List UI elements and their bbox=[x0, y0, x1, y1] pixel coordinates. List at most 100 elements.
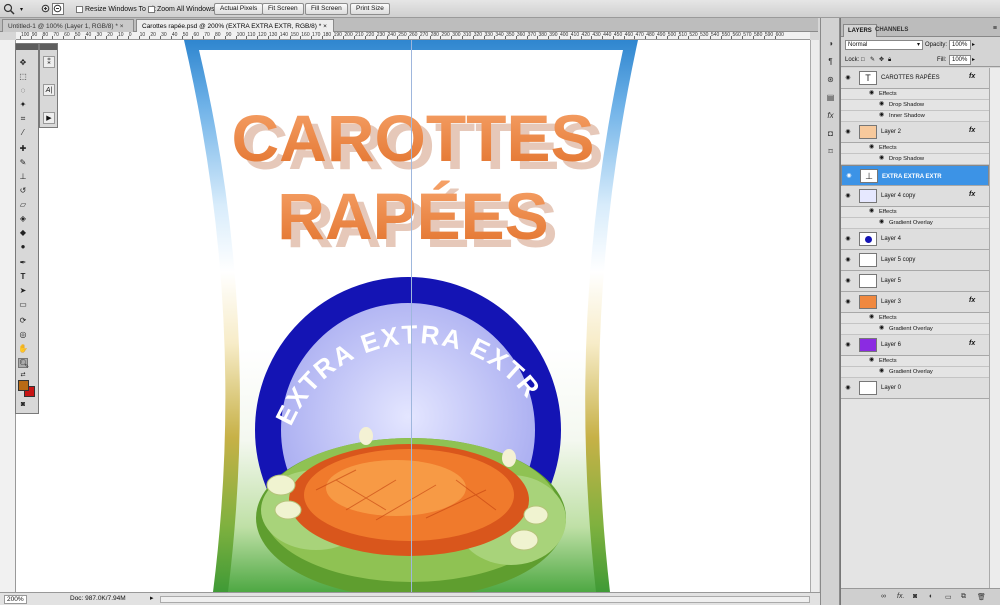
layer-row[interactable]: ◉ T CAROTTES RAPÉES fx bbox=[841, 68, 989, 89]
resize-windows-checkbox[interactable]: Resize Windows To Fit bbox=[76, 3, 156, 15]
marquee-tool-icon[interactable]: ⬚ bbox=[18, 72, 28, 82]
layer-effects-icon[interactable]: fx bbox=[969, 73, 975, 80]
lock-position-icon[interactable]: ✥ bbox=[879, 55, 884, 65]
visibility-eye-icon[interactable]: ◉ bbox=[844, 128, 852, 135]
lasso-tool-icon[interactable]: ◌ bbox=[18, 86, 28, 96]
effect-eye-icon[interactable]: ◉ bbox=[879, 101, 884, 107]
navigator-icon[interactable]: ◑ bbox=[825, 38, 836, 49]
effect-eye-icon[interactable]: ◉ bbox=[879, 112, 884, 118]
effects-eye-icon[interactable]: ◉ bbox=[869, 314, 874, 320]
clone-source-icon[interactable]: ⊛ bbox=[825, 74, 836, 85]
quick-mask-icon[interactable]: ◙ bbox=[18, 400, 28, 410]
effect-row[interactable]: ◉ Drop Shadow bbox=[841, 154, 989, 165]
tool-preset-dropdown-icon[interactable]: ▾ bbox=[20, 3, 23, 15]
layer-row[interactable]: ◉ Layer 6 fx bbox=[841, 335, 989, 356]
clone-stamp-tool-icon[interactable]: ⊥ bbox=[18, 172, 28, 182]
layer-row[interactable]: ◉ Layer 2 fx bbox=[841, 122, 989, 143]
zoom-all-windows-checkbox[interactable]: Zoom All Windows bbox=[148, 3, 215, 15]
effect-row[interactable]: ◉ Gradient Overlay bbox=[841, 324, 989, 335]
effects-group-row[interactable]: ◉ Effects bbox=[841, 313, 989, 324]
actions-panel-icon[interactable]: ▶ bbox=[43, 112, 55, 124]
blend-mode-select[interactable]: Normal ▾ bbox=[845, 40, 923, 50]
effects-group-row[interactable]: ◉ Effects bbox=[841, 356, 989, 367]
transform-icon[interactable]: ⌑ bbox=[825, 146, 836, 157]
layer-effects-icon[interactable]: fx bbox=[969, 340, 975, 347]
path-selection-tool-icon[interactable]: ➤ bbox=[18, 286, 28, 296]
tab-channels[interactable]: CHANNELS bbox=[871, 24, 912, 37]
3d-rotate-tool-icon[interactable]: ⟳ bbox=[18, 316, 28, 326]
effects-eye-icon[interactable]: ◉ bbox=[869, 357, 874, 363]
effects-eye-icon[interactable]: ◉ bbox=[869, 90, 874, 96]
effect-row[interactable]: ◉ Gradient Overlay bbox=[841, 218, 989, 229]
new-layer-icon[interactable]: ⧉ bbox=[961, 593, 966, 601]
effects-eye-icon[interactable]: ◉ bbox=[869, 208, 874, 214]
add-mask-icon[interactable]: ◙ bbox=[913, 593, 917, 600]
layer-row[interactable]: ◉ Layer 5 bbox=[841, 271, 989, 292]
zoom-level-field[interactable]: 200% bbox=[4, 595, 27, 604]
visibility-eye-icon[interactable]: ◉ bbox=[844, 277, 852, 284]
layer-row[interactable]: ◉ Layer 4 bbox=[841, 229, 989, 250]
mini-panel-header[interactable] bbox=[40, 44, 57, 50]
zoom-tool-icon[interactable] bbox=[3, 3, 17, 15]
actual-pixels-button[interactable]: Actual Pixels bbox=[214, 3, 264, 15]
tab-carottes-rapee[interactable]: Carottes rapée.psd @ 200% (EXTRA EXTRA E… bbox=[136, 19, 334, 32]
tab-untitled-1[interactable]: Untitled-1 @ 100% (Layer 1, RGB/8) * × bbox=[2, 19, 134, 32]
zoom-in-icon[interactable] bbox=[41, 3, 51, 15]
visibility-eye-icon[interactable]: ◉ bbox=[844, 384, 852, 391]
opacity-dropdown-icon[interactable]: ▸ bbox=[972, 40, 975, 50]
visibility-eye-icon[interactable]: ◉ bbox=[844, 192, 852, 199]
pen-tool-icon[interactable]: ✒ bbox=[18, 258, 28, 268]
styles-icon[interactable]: fx bbox=[825, 110, 836, 121]
vertical-guide[interactable] bbox=[411, 40, 412, 592]
effect-row[interactable]: ◉ Drop Shadow bbox=[841, 100, 989, 111]
visibility-eye-icon[interactable]: ◉ bbox=[844, 235, 852, 242]
add-style-icon[interactable]: fx. bbox=[897, 593, 904, 600]
effect-eye-icon[interactable]: ◉ bbox=[879, 325, 884, 331]
print-size-button[interactable]: Print Size bbox=[350, 3, 390, 15]
blur-tool-icon[interactable]: ◆ bbox=[18, 228, 28, 238]
character-panel-icon[interactable]: A| bbox=[43, 84, 55, 96]
layer-row[interactable]: ◉ Layer 4 copy fx bbox=[841, 186, 989, 207]
effects-group-row[interactable]: ◉ Effects bbox=[841, 207, 989, 218]
close-icon[interactable]: × bbox=[323, 23, 327, 30]
effects-group-row[interactable]: ◉ Effects bbox=[841, 143, 989, 154]
lock-all-icon[interactable]: 🔒︎ bbox=[888, 55, 891, 65]
status-menu-icon[interactable]: ▸ bbox=[150, 594, 154, 602]
panel-menu-icon[interactable]: ≡ bbox=[993, 25, 997, 32]
new-group-icon[interactable]: ▭ bbox=[945, 593, 952, 601]
foreground-color-swatch[interactable] bbox=[18, 380, 29, 391]
fill-screen-button[interactable]: Fill Screen bbox=[305, 3, 348, 15]
eraser-tool-icon[interactable]: ▱ bbox=[18, 200, 28, 210]
effects-group-row[interactable]: ◉ Effects bbox=[841, 89, 989, 100]
fit-screen-button[interactable]: Fit Screen bbox=[262, 3, 304, 15]
layers-scrollbar[interactable] bbox=[989, 68, 1000, 588]
magic-wand-tool-icon[interactable]: ✦ bbox=[18, 100, 28, 110]
delete-layer-icon[interactable]: 🗑︎ bbox=[977, 593, 986, 601]
dodge-tool-icon[interactable]: ● bbox=[18, 242, 28, 252]
visibility-eye-icon[interactable]: ◉ bbox=[844, 74, 852, 81]
visibility-eye-icon[interactable]: ◉ bbox=[844, 256, 852, 263]
effect-eye-icon[interactable]: ◉ bbox=[879, 155, 884, 161]
hand-tool-icon[interactable]: ✋ bbox=[18, 344, 28, 354]
move-tool-icon[interactable]: ✥ bbox=[18, 58, 28, 68]
horizontal-scrollbar[interactable] bbox=[160, 596, 810, 603]
type-tool-icon[interactable]: T bbox=[18, 272, 28, 282]
visibility-eye-icon[interactable]: ◉ bbox=[845, 172, 853, 180]
opacity-input[interactable]: 100% bbox=[949, 40, 971, 50]
paragraph-icon[interactable]: ¶ bbox=[825, 56, 836, 67]
3d-camera-tool-icon[interactable]: ◎ bbox=[18, 330, 28, 340]
layer-effects-icon[interactable]: fx bbox=[969, 127, 975, 134]
layer-effects-icon[interactable]: fx bbox=[969, 191, 975, 198]
history-brush-tool-icon[interactable]: ↺ bbox=[18, 186, 28, 196]
eyedropper-tool-icon[interactable]: ⁄ bbox=[18, 128, 28, 138]
link-layers-icon[interactable]: ∞ bbox=[881, 593, 886, 600]
lock-image-icon[interactable]: ✎ bbox=[870, 55, 875, 65]
effect-row[interactable]: ◉ Gradient Overlay bbox=[841, 367, 989, 378]
swap-colors-icon[interactable]: ⇄ bbox=[18, 370, 28, 380]
effect-eye-icon[interactable]: ◉ bbox=[879, 368, 884, 374]
fill-input[interactable]: 100% bbox=[949, 55, 971, 65]
crop-tool-icon[interactable]: ⌗ bbox=[18, 114, 28, 124]
masks-icon[interactable]: ◘ bbox=[825, 128, 836, 139]
effect-row[interactable]: ◉ Inner Shadow bbox=[841, 111, 989, 122]
close-icon[interactable]: × bbox=[120, 23, 124, 30]
